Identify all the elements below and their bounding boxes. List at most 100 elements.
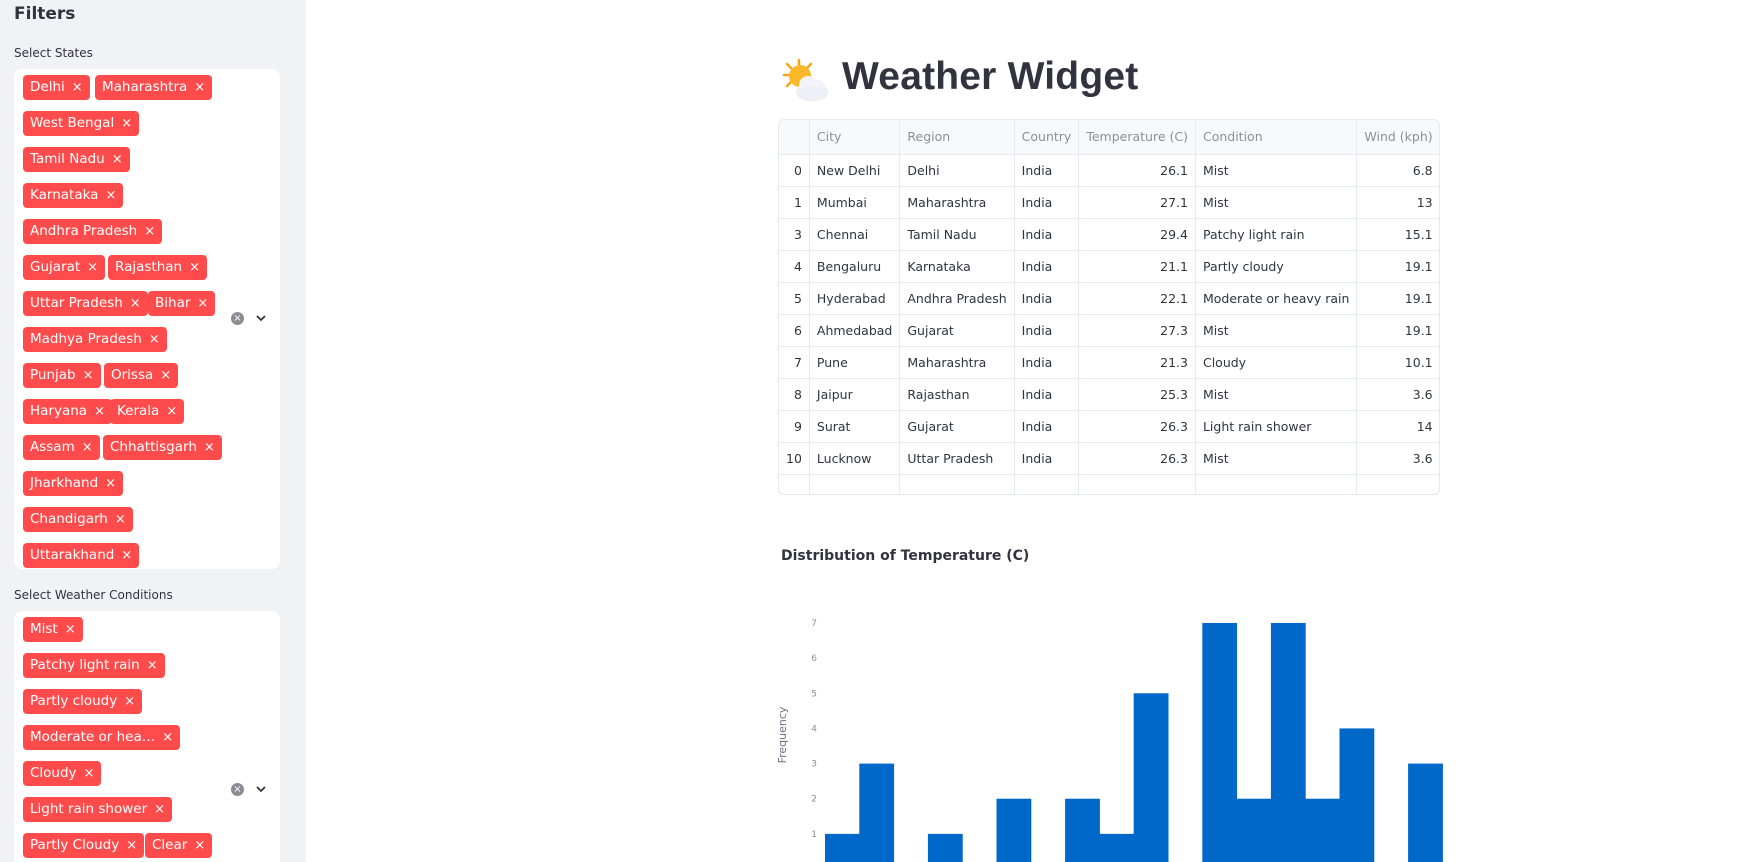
row-index: 9 <box>779 410 810 443</box>
histogram-bar[interactable] <box>1270 623 1306 862</box>
histogram-bar[interactable] <box>1408 763 1443 862</box>
remove-tag-icon[interactable]: × <box>130 291 141 316</box>
selected-tag[interactable]: Uttarakhand × <box>23 543 140 568</box>
column-header[interactable] <box>779 120 810 155</box>
selected-tag[interactable]: Clear × <box>145 833 213 858</box>
table-row[interactable] <box>779 474 1439 494</box>
remove-tag-icon[interactable]: × <box>154 797 165 822</box>
selected-tag[interactable]: Chhattisgarh × <box>103 435 222 460</box>
table-row[interactable]: 5 Hyderabad Andhra Pradesh India 22.1 Moderat… <box>779 282 1439 315</box>
table-row[interactable]: 6 Ahmedabad Gujarat India 27.3 Mist 19.1 <box>779 314 1439 347</box>
remove-tag-icon[interactable]: × <box>144 219 155 244</box>
y-tick-label: 4 <box>811 724 817 734</box>
column-header[interactable]: Condition <box>1195 120 1358 155</box>
table-row[interactable]: 10 Lucknow Uttar Pradesh India 26.3 Mist 3.6 <box>779 442 1439 475</box>
histogram-bar[interactable] <box>1065 798 1100 862</box>
column-header[interactable]: Country <box>1014 120 1080 155</box>
column-header[interactable]: Wind (kph) <box>1356 120 1439 155</box>
histogram-bar[interactable] <box>1202 623 1238 862</box>
remove-tag-icon[interactable]: × <box>112 147 123 172</box>
remove-tag-icon[interactable]: × <box>121 543 132 568</box>
histogram-bar[interactable] <box>825 833 860 862</box>
remove-tag-icon[interactable]: × <box>72 75 83 100</box>
selected-tag[interactable]: Rajasthan × <box>108 255 207 280</box>
remove-tag-icon[interactable]: × <box>166 399 177 424</box>
selected-tag[interactable]: Partly cloudy × <box>23 689 143 714</box>
y-axis-label: Frequency <box>776 706 789 763</box>
table-row[interactable]: 1 Mumbai Maharashtra India 27.1 Mist 13 <box>779 186 1439 219</box>
selected-tag[interactable]: Partly Cloudy × <box>23 833 145 858</box>
remove-tag-icon[interactable]: × <box>82 435 93 460</box>
selected-tag[interactable]: Haryana × <box>23 399 112 424</box>
selected-tag[interactable]: Kerala × <box>110 399 185 424</box>
remove-tag-icon[interactable]: × <box>162 725 173 750</box>
clear-all-icon[interactable]: × <box>231 312 244 325</box>
chevron-down-icon[interactable] <box>255 783 267 795</box>
selected-tag[interactable]: Orissa × <box>104 363 179 388</box>
selected-tag[interactable]: Patchy light rain × <box>23 653 165 678</box>
remove-tag-icon[interactable]: × <box>194 75 205 100</box>
selected-tag[interactable]: Cloudy × <box>23 761 102 786</box>
clear-all-icon[interactable]: × <box>231 783 244 796</box>
histogram-bar[interactable] <box>927 833 963 862</box>
table-cell: Pune <box>809 346 901 379</box>
selected-tag[interactable]: Delhi × <box>23 75 90 100</box>
selected-tag[interactable]: Tamil Nadu × <box>23 147 130 172</box>
remove-tag-icon[interactable]: × <box>189 255 200 280</box>
table-row[interactable]: 4 Bengaluru Karnataka India 21.1 Partly cloud… <box>779 250 1439 283</box>
selected-tag[interactable]: Uttar Pradesh × <box>23 291 148 316</box>
table-cell: 6.8 <box>1356 154 1439 187</box>
selected-tag[interactable]: Bihar × <box>148 291 216 316</box>
selected-tag[interactable]: Madhya Pradesh × <box>23 327 167 352</box>
chevron-down-icon[interactable] <box>255 312 267 324</box>
remove-tag-icon[interactable]: × <box>83 363 94 388</box>
histogram-bar[interactable] <box>859 763 895 862</box>
histogram-bar[interactable] <box>996 798 1032 862</box>
column-header[interactable]: City <box>809 120 901 155</box>
conditions-multiselect[interactable]: × Mist × Patchy light rain × Partly cloudy × M… <box>14 611 280 862</box>
remove-tag-icon[interactable]: × <box>126 833 137 858</box>
selected-tag[interactable]: Mist × <box>23 617 83 642</box>
column-header[interactable]: Temperature (C) <box>1078 120 1196 155</box>
remove-tag-icon[interactable]: × <box>105 183 116 208</box>
states-multiselect[interactable]: × Delhi × Maharashtra × West Bengal × Tamil Na… <box>14 69 280 569</box>
remove-tag-icon[interactable]: × <box>149 327 160 352</box>
selected-tag[interactable]: Assam × <box>23 435 100 460</box>
remove-tag-icon[interactable]: × <box>94 399 105 424</box>
histogram-bar[interactable] <box>1339 728 1375 862</box>
remove-tag-icon[interactable]: × <box>204 435 215 460</box>
remove-tag-icon[interactable]: × <box>115 507 126 532</box>
selected-tag[interactable]: West Bengal × <box>23 111 140 136</box>
data-table[interactable]: City Region Country Temperature (C) Conditio… <box>778 119 1440 495</box>
selected-tag[interactable]: Karnataka × <box>23 183 124 208</box>
remove-tag-icon[interactable]: × <box>84 761 95 786</box>
histogram-bar[interactable] <box>1099 833 1135 862</box>
remove-tag-icon[interactable]: × <box>105 471 116 496</box>
remove-tag-icon[interactable]: × <box>124 689 135 714</box>
selected-tag[interactable]: Moderate or hea… × <box>23 725 181 750</box>
histogram-bar[interactable] <box>1236 798 1272 862</box>
histogram-bar[interactable] <box>1133 693 1169 862</box>
column-header[interactable]: Region <box>899 120 1015 155</box>
remove-tag-icon[interactable]: × <box>147 653 158 678</box>
table-row[interactable]: 8 Jaipur Rajasthan India 25.3 Mist 3.6 <box>779 378 1439 411</box>
remove-tag-icon[interactable]: × <box>160 363 171 388</box>
table-row[interactable]: 9 Surat Gujarat India 26.3 Light rain shower 1… <box>779 410 1439 443</box>
remove-tag-icon[interactable]: × <box>197 291 208 316</box>
remove-tag-icon[interactable]: × <box>194 833 205 858</box>
selected-tag[interactable]: Andhra Pradesh × <box>23 219 163 244</box>
selected-tag[interactable]: Gujarat × <box>23 255 106 280</box>
selected-tag[interactable]: Maharashtra × <box>95 75 213 100</box>
remove-tag-icon[interactable]: × <box>65 617 76 642</box>
remove-tag-icon[interactable]: × <box>121 111 132 136</box>
selected-tag[interactable]: Punjab × <box>23 363 101 388</box>
table-row[interactable]: 0 New Delhi Delhi India 26.1 Mist 6.8 <box>779 154 1439 187</box>
table-row[interactable]: 3 Chennai Tamil Nadu India 29.4 Patchy light … <box>779 218 1439 251</box>
selected-tag[interactable]: Light rain shower × <box>23 797 173 822</box>
selected-tag[interactable]: Jharkhand × <box>23 471 124 496</box>
tag-label: Clear <box>152 837 188 853</box>
remove-tag-icon[interactable]: × <box>87 255 98 280</box>
histogram-bar[interactable] <box>1305 798 1340 862</box>
table-row[interactable]: 7 Pune Maharashtra India 21.3 Cloudy 10.1 <box>779 346 1439 379</box>
selected-tag[interactable]: Chandigarh × <box>23 507 133 532</box>
